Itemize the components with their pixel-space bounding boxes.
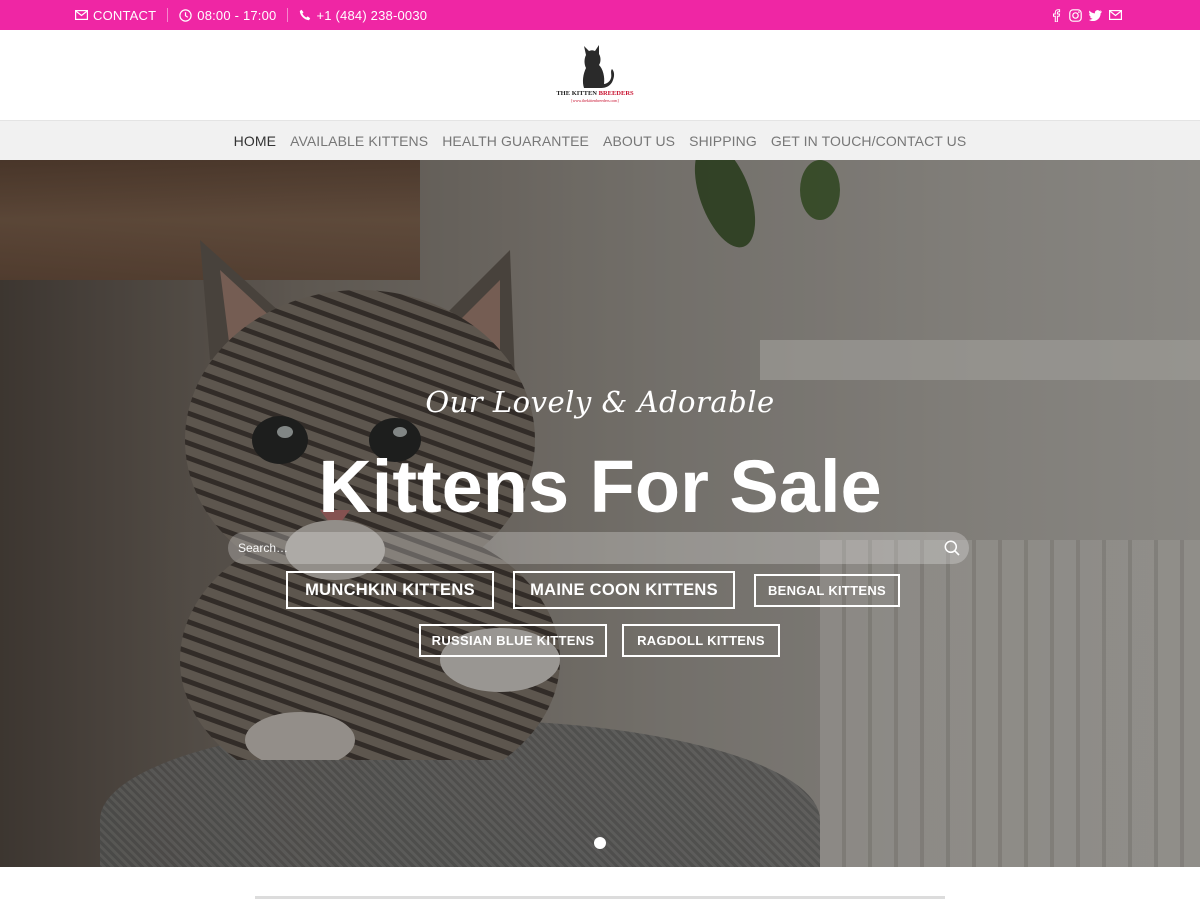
search-button[interactable] [935, 532, 969, 564]
cat-silhouette-icon [582, 45, 615, 88]
phone-number: +1 (484) 238-0030 [316, 7, 428, 23]
bengal-kittens-button[interactable]: BENGAL KITTENS [754, 574, 900, 607]
instagram-icon[interactable] [1069, 8, 1082, 22]
twitter-icon[interactable] [1089, 9, 1102, 21]
nav-item-contact-us[interactable]: GET IN TOUCH/CONTACT US [771, 133, 966, 149]
maine-coon-kittens-button[interactable]: MAINE COON KITTENS [513, 571, 735, 609]
hero-tagline: Our Lovely & Adorable [425, 385, 775, 419]
main-nav: HOME AVAILABLE KITTENS HEALTH GUARANTEE … [0, 120, 1200, 161]
contact-link[interactable]: CONTACT [75, 8, 156, 23]
hero-headline: Kittens For Sale [318, 445, 882, 528]
top-bar: CONTACT 08:00 - 17:00 +1 (484) 238-0030 [0, 0, 1200, 30]
slider-dot[interactable] [594, 837, 606, 849]
phone-link[interactable]: +1 (484) 238-0030 [299, 8, 427, 23]
search-input[interactable] [228, 532, 935, 564]
logo-url: [www.thekittenbreeders.com] [571, 98, 619, 103]
clock-icon [179, 8, 192, 22]
site-logo[interactable]: THE KITTEN BREEDERS [www.thekittenbreede… [556, 42, 634, 104]
business-hours: 08:00 - 17:00 [179, 8, 276, 23]
ragdoll-kittens-button[interactable]: RAGDOLL KITTENS [622, 624, 780, 657]
phone-icon [299, 9, 311, 21]
social-links [1050, 0, 1122, 30]
nav-item-health-guarantee[interactable]: HEALTH GUARANTEE [442, 133, 589, 149]
nav-item-available-kittens[interactable]: AVAILABLE KITTENS [290, 133, 428, 149]
hero-banner: Our Lovely & Adorable Kittens For Sale M… [0, 160, 1200, 867]
facebook-icon[interactable] [1050, 8, 1062, 22]
logo-text: THE KITTEN BREEDERS [556, 90, 634, 97]
envelope-icon [75, 10, 88, 20]
russian-blue-kittens-button[interactable]: RUSSIAN BLUE KITTENS [419, 624, 607, 657]
top-bar-left: CONTACT 08:00 - 17:00 +1 (484) 238-0030 [75, 0, 427, 30]
logo-text-secondary: BREEDERS [598, 90, 634, 97]
nav-item-shipping[interactable]: SHIPPING [689, 133, 757, 149]
nav-item-home[interactable]: HOME [234, 133, 276, 149]
search-bar [228, 532, 969, 564]
nav-item-about-us[interactable]: ABOUT US [603, 133, 675, 149]
envelope-icon[interactable] [1109, 10, 1122, 20]
divider [167, 8, 169, 22]
munchkin-kittens-button[interactable]: MUNCHKIN KITTENS [286, 571, 494, 609]
hours-label: 08:00 - 17:00 [197, 7, 277, 23]
site-header: THE KITTEN BREEDERS [www.thekittenbreede… [0, 30, 1200, 120]
contact-label: CONTACT [93, 7, 157, 23]
section-divider [255, 896, 945, 899]
divider [287, 8, 289, 22]
search-icon [944, 540, 960, 556]
logo-text-primary: THE KITTEN [556, 90, 597, 97]
